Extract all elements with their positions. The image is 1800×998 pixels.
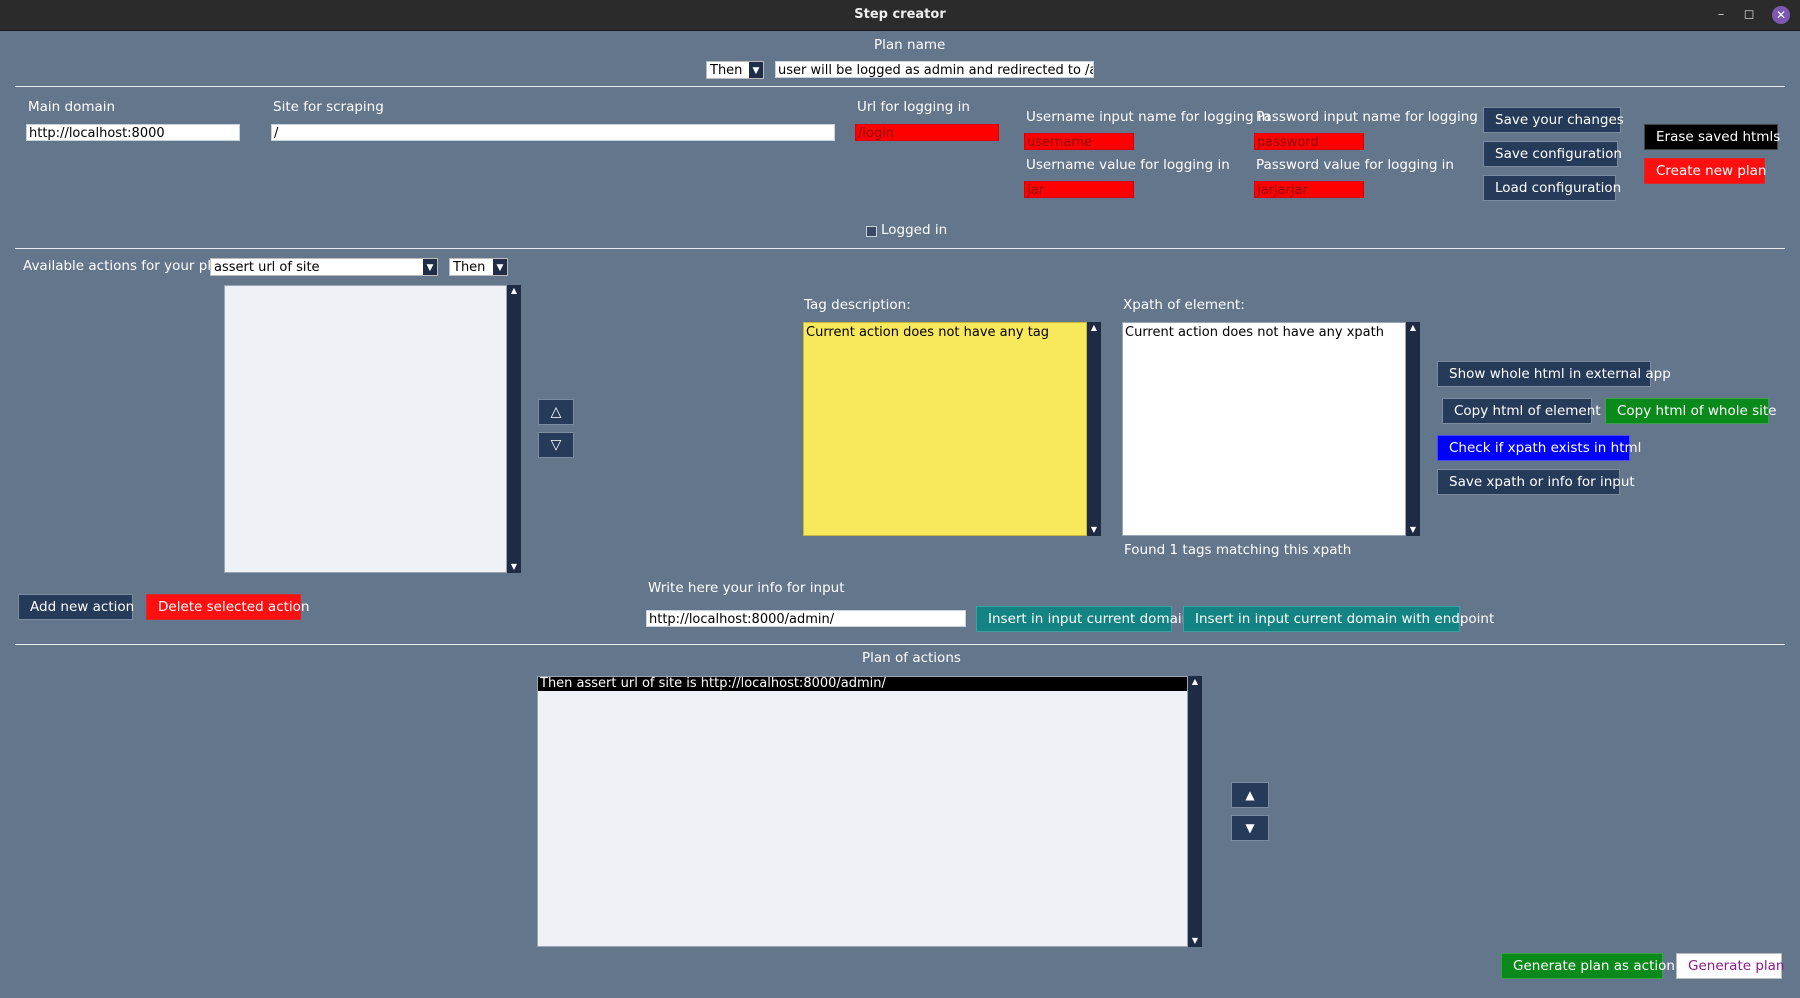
plan-keyword-select[interactable]: Then ▼ — [706, 61, 764, 79]
plan-name-input[interactable]: user will be logged as admin and redirec… — [775, 61, 1094, 78]
move-plan-down-button[interactable]: ▼ — [1231, 815, 1269, 841]
action-keyword-value: Then — [453, 260, 486, 275]
insert-domain-button[interactable]: Insert in input current domain — [976, 606, 1190, 632]
username-value-label: Username value for logging in — [1026, 157, 1230, 173]
move-plan-up-button[interactable]: ▲ — [1231, 782, 1269, 808]
plan-of-actions-label: Plan of actions — [862, 650, 961, 666]
scroll-up-icon[interactable]: ▲ — [507, 285, 521, 297]
password-input-name-label: Password input name for logging in — [1256, 109, 1495, 125]
logged-in-label: Logged in — [881, 222, 948, 238]
scroll-up-icon[interactable]: ▲ — [1188, 676, 1202, 688]
xpath-label: Xpath of element: — [1123, 297, 1245, 313]
scroll-down-icon[interactable]: ▼ — [1188, 935, 1202, 947]
close-icon[interactable]: ✕ — [1772, 6, 1790, 24]
plan-name-label: Plan name — [874, 37, 946, 53]
save-configuration-button[interactable]: Save configuration — [1483, 141, 1622, 167]
save-xpath-button[interactable]: Save xpath or info for input — [1437, 469, 1635, 495]
minimize-icon[interactable]: – — [1712, 6, 1730, 24]
available-actions-select[interactable]: assert url of site ▼ — [210, 258, 438, 276]
scroll-down-icon[interactable]: ▼ — [1087, 524, 1101, 536]
xpath-match-count: Found 1 tags matching this xpath — [1124, 542, 1352, 558]
actions-listbox[interactable] — [224, 285, 507, 573]
load-configuration-button[interactable]: Load configuration — [1483, 175, 1621, 201]
xpath-scrollbar[interactable]: ▲ ▼ — [1406, 322, 1420, 536]
plan-list-item[interactable]: Then assert url of site is http://localh… — [538, 677, 1187, 691]
xpath-textarea[interactable]: Current action does not have any xpath — [1122, 322, 1406, 536]
chevron-down-icon: ▼ — [423, 259, 437, 275]
step-creator-window: Step creator – ◻ ✕ Plan name Then ▼ user… — [0, 0, 1800, 998]
username-value-input[interactable]: jar — [1024, 181, 1134, 198]
scroll-up-icon[interactable]: ▲ — [1087, 322, 1101, 334]
main-domain-input[interactable]: http://localhost:8000 — [26, 124, 240, 141]
main-domain-label: Main domain — [28, 99, 116, 115]
selected-action-value: assert url of site — [214, 260, 320, 275]
insert-domain-endpoint-button[interactable]: Insert in input current domain with endp… — [1183, 606, 1494, 632]
logged-in-checkbox[interactable] — [866, 226, 877, 237]
scroll-down-icon[interactable]: ▼ — [1406, 524, 1420, 536]
move-action-up-button[interactable]: △ — [538, 399, 574, 425]
maximize-icon[interactable]: ◻ — [1740, 6, 1758, 24]
username-input-name-label: Username input name for logging in — [1026, 109, 1271, 125]
separator-bottom — [15, 644, 1785, 645]
password-value-label: Password value for logging in — [1256, 157, 1454, 173]
separator-middle — [15, 248, 1785, 249]
available-actions-label: Available actions for your plan — [23, 258, 228, 274]
plan-listbox[interactable]: Then assert url of site is http://localh… — [537, 676, 1188, 947]
tag-scrollbar[interactable]: ▲ ▼ — [1087, 322, 1101, 536]
move-action-down-button[interactable]: ▽ — [538, 432, 574, 458]
plan-keyword-value: Then — [710, 63, 743, 78]
show-whole-html-button[interactable]: Show whole html in external app — [1437, 361, 1671, 387]
login-url-input[interactable]: /login — [855, 124, 999, 141]
site-for-scraping-label: Site for scraping — [273, 99, 384, 115]
chevron-down-icon: ▼ — [493, 259, 507, 275]
scroll-down-icon[interactable]: ▼ — [507, 561, 521, 573]
erase-saved-htmls-button[interactable]: Erase saved htmls — [1644, 124, 1780, 150]
scroll-up-icon[interactable]: ▲ — [1406, 322, 1420, 334]
site-for-scraping-input[interactable]: / — [271, 124, 835, 141]
copy-html-site-button[interactable]: Copy html of whole site — [1605, 398, 1776, 424]
username-input-name-input[interactable]: username — [1024, 133, 1134, 150]
input-info-input[interactable]: http://localhost:8000/admin/ — [646, 610, 966, 627]
chevron-down-icon: ▼ — [749, 62, 763, 78]
password-input-name-input[interactable]: password — [1254, 133, 1364, 150]
tag-description-label: Tag description: — [804, 297, 911, 313]
login-url-label: Url for logging in — [857, 99, 970, 115]
check-xpath-button[interactable]: Check if xpath exists in html — [1437, 435, 1641, 461]
action-keyword-select[interactable]: Then ▼ — [449, 258, 508, 276]
plan-scrollbar[interactable]: ▲ ▼ — [1188, 676, 1202, 947]
copy-html-element-button[interactable]: Copy html of element — [1442, 398, 1601, 424]
save-changes-button[interactable]: Save your changes — [1483, 107, 1624, 133]
generate-plan-button[interactable]: Generate plan — [1676, 953, 1785, 979]
window-title: Step creator — [854, 7, 946, 22]
input-info-label: Write here your info for input — [648, 580, 845, 596]
password-value-input[interactable]: jarjarjar — [1254, 181, 1364, 198]
actions-scrollbar[interactable]: ▲ ▼ — [507, 285, 521, 573]
title-bar: Step creator – ◻ ✕ — [0, 0, 1800, 31]
tag-description-textarea[interactable]: Current action does not have any tag — [803, 322, 1087, 536]
separator-top — [15, 86, 1785, 87]
create-new-plan-button[interactable]: Create new plan — [1644, 158, 1767, 184]
add-new-action-button[interactable]: Add new action — [18, 594, 134, 620]
delete-selected-action-button[interactable]: Delete selected action — [146, 594, 309, 620]
generate-plan-action-button[interactable]: Generate plan as action — [1501, 953, 1675, 979]
